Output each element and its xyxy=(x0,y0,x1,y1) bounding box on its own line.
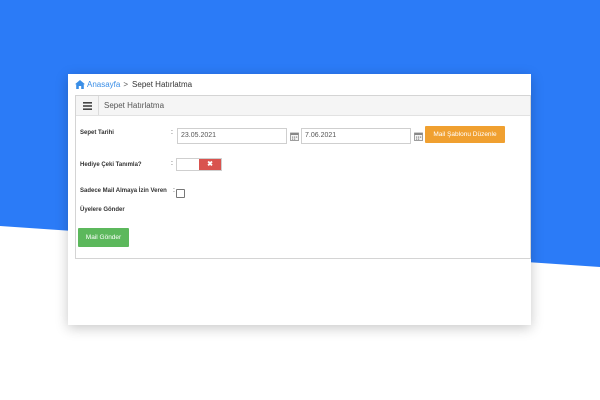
send-mail-button[interactable]: Mail Gönder xyxy=(78,228,129,247)
end-date-input[interactable]: 7.06.2021 xyxy=(301,128,411,144)
hamburger-icon xyxy=(82,101,92,110)
panel-title: Sepet Hatırlatma xyxy=(104,101,165,110)
gift-voucher-toggle[interactable]: ✖ xyxy=(176,158,222,171)
gift-voucher-colon: : xyxy=(171,160,173,167)
basket-date-colon: : xyxy=(171,129,173,136)
calendar-icon[interactable] xyxy=(290,132,299,141)
edit-mail-template-button[interactable]: Mail Şablonu Düzenle xyxy=(425,126,505,143)
main-panel: Sepet Hatırlatma Sepet Tarihi : 23.05.20… xyxy=(75,95,531,259)
mail-permission-label-line2: Üyelere Gönder xyxy=(80,207,125,213)
mail-permission-checkbox[interactable] xyxy=(176,189,185,198)
gift-voucher-label: Hediye Çeki Tanımla? xyxy=(80,162,142,168)
basket-date-label: Sepet Tarihi xyxy=(80,130,114,136)
mail-permission-colon: : xyxy=(173,187,175,194)
home-icon xyxy=(75,80,85,89)
breadcrumb-home-link[interactable]: Anasayfa xyxy=(87,80,120,89)
breadcrumb-current: Sepet Hatırlatma xyxy=(132,80,193,89)
calendar-icon[interactable] xyxy=(414,132,423,141)
menu-toggle-button[interactable] xyxy=(76,96,99,115)
start-date-input[interactable]: 23.05.2021 xyxy=(177,128,287,144)
panel-header: Sepet Hatırlatma xyxy=(76,96,530,116)
mail-permission-label: Sadece Mail Almaya İzin Veren xyxy=(80,188,167,194)
breadcrumb-separator: > xyxy=(123,80,129,89)
breadcrumb: Anasayfa > Sepet Hatırlatma xyxy=(75,79,192,91)
app-window: Anasayfa > Sepet Hatırlatma Sepet Hatırlat… xyxy=(68,74,531,325)
close-icon: ✖ xyxy=(199,159,221,170)
